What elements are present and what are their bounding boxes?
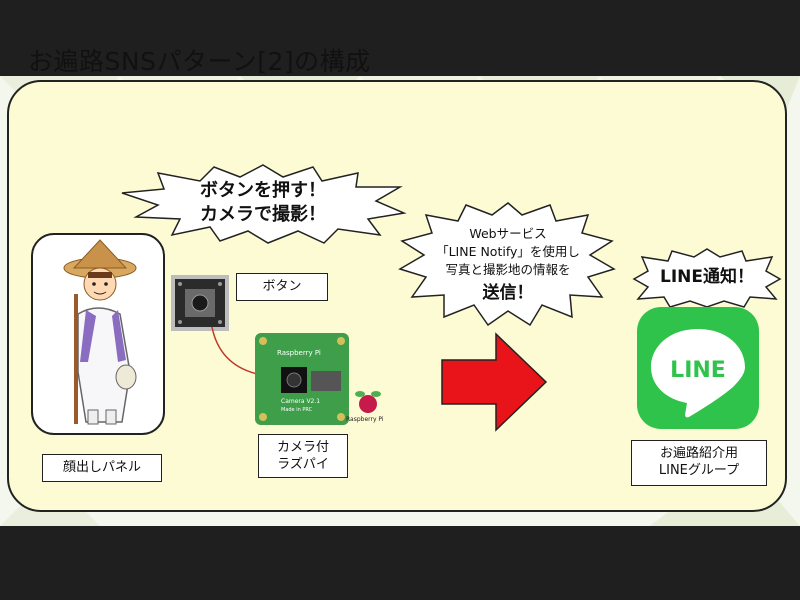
button-label: ボタン xyxy=(236,273,328,301)
web-service-text: Webサービス 「LINE Notify」を使用し 写真と撮影地の情報を xyxy=(436,226,580,277)
board-text: Raspberry Pi xyxy=(277,349,321,357)
send-text: 送信！ xyxy=(482,283,534,303)
red-arrow xyxy=(441,332,548,432)
line-group-label: お遍路紹介用 LINEグループ xyxy=(631,440,767,486)
face-panel-illustration xyxy=(31,233,165,435)
raspberry-pi-logo: Raspberry Pi xyxy=(346,391,384,423)
line-app-icon: LINE xyxy=(637,307,759,429)
camera-text: Camera V2.1 xyxy=(281,398,320,405)
press-button-text: ボタンを押す！ カメラで撮影！ xyxy=(200,180,326,225)
made-in-text: Made in PRC xyxy=(281,407,313,413)
raspberry-logo-text: Raspberry Pi xyxy=(346,416,384,423)
raspberry-pi-camera-image: Raspberry Pi Camera V2.1 Made in PRC xyxy=(255,333,349,425)
line-notify-text: LINE通知！ xyxy=(660,267,754,287)
face-panel-label: 顔出しパネル xyxy=(42,454,162,482)
line-logo-text: LINE xyxy=(670,358,726,383)
push-button-image xyxy=(171,275,229,331)
page-title: お遍路SNSパターン[2]の構成 xyxy=(28,47,371,76)
camera-pi-label: カメラ付 ラズパイ xyxy=(258,434,348,478)
